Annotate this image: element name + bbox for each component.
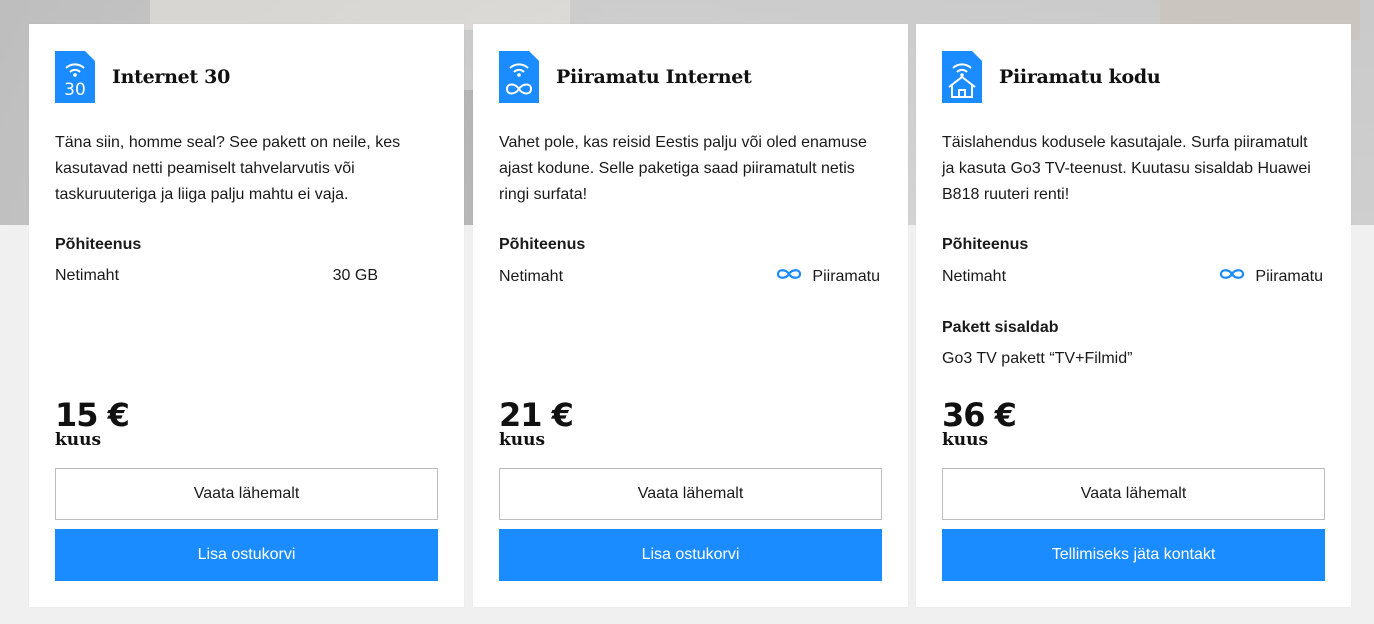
- data-allowance-row: Netimaht 30 GB: [55, 267, 378, 285]
- plan-description: Täislahendus kodusele kasutajale. Surfa …: [942, 134, 1311, 203]
- data-allowance-label: Netimaht: [942, 267, 1007, 285]
- data-allowance-label: Netimaht: [55, 267, 120, 284]
- view-details-button[interactable]: Vaata lähemalt: [499, 468, 882, 520]
- price: 36 €: [942, 396, 1017, 434]
- add-to-cart-button[interactable]: Lisa ostukorvi: [55, 529, 438, 581]
- plan-card-internet-30: 30 Internet 30 Täna siin, homme seal? Se…: [29, 24, 464, 607]
- infinity-icon: [1219, 267, 1245, 286]
- data-allowance-row: Netimaht Piiramatu: [942, 267, 1323, 286]
- base-service-title: Põhiteenus: [55, 236, 142, 253]
- price: 21 €: [499, 396, 574, 434]
- data-allowance-value-wrap: Piiramatu: [776, 267, 880, 286]
- package-includes-title: Pakett sisaldab: [942, 319, 1059, 336]
- price: 15 €: [55, 396, 130, 434]
- base-service-title: Põhiteenus: [499, 236, 586, 253]
- data-allowance-label: Netimaht: [499, 267, 564, 285]
- price-period: kuus: [55, 430, 102, 450]
- package-includes-row: Go3 TV pakett “TV+Filmid”: [942, 350, 1132, 368]
- plan-card-piiramatu-kodu: Piiramatu kodu Täislahendus kodusele kas…: [916, 24, 1351, 607]
- data-allowance-row: Netimaht Piiramatu: [499, 267, 880, 286]
- data-allowance-value-wrap: Piiramatu: [1219, 267, 1323, 286]
- plan-card-header: Piiramatu kodu: [942, 51, 1161, 103]
- sim-infinity-icon: [499, 51, 539, 103]
- plan-title: Piiramatu Internet: [556, 66, 752, 88]
- data-allowance-value: Piiramatu: [1255, 267, 1323, 285]
- infinity-icon: [776, 267, 802, 286]
- price-period: kuus: [942, 430, 989, 450]
- package-includes-value: Go3 TV pakett “TV+Filmid”: [942, 350, 1133, 367]
- sim-home-icon: [942, 51, 982, 103]
- data-allowance-value: 30 GB: [332, 267, 378, 284]
- add-to-cart-button[interactable]: Lisa ostukorvi: [499, 529, 882, 581]
- plan-title: Piiramatu kodu: [999, 66, 1161, 88]
- plan-card-header: 30 Internet 30: [55, 51, 230, 103]
- view-details-button[interactable]: Vaata lähemalt: [942, 468, 1325, 520]
- plan-card-piiramatu-internet: Piiramatu Internet Vahet pole, kas reisi…: [473, 24, 908, 607]
- sim-30-icon: 30: [55, 51, 95, 103]
- leave-contact-button[interactable]: Tellimiseks jäta kontakt: [942, 529, 1325, 581]
- price-period: kuus: [499, 430, 546, 450]
- svg-text:30: 30: [64, 80, 86, 100]
- plan-card-header: Piiramatu Internet: [499, 51, 752, 103]
- data-allowance-value: Piiramatu: [812, 267, 880, 285]
- plan-description: Täna siin, homme seal? See pakett on nei…: [55, 134, 401, 203]
- plan-description: Vahet pole, kas reisid Eestis palju või …: [499, 134, 867, 203]
- view-details-button[interactable]: Vaata lähemalt: [55, 468, 438, 520]
- plan-title: Internet 30: [112, 66, 231, 88]
- base-service-title: Põhiteenus: [942, 236, 1029, 253]
